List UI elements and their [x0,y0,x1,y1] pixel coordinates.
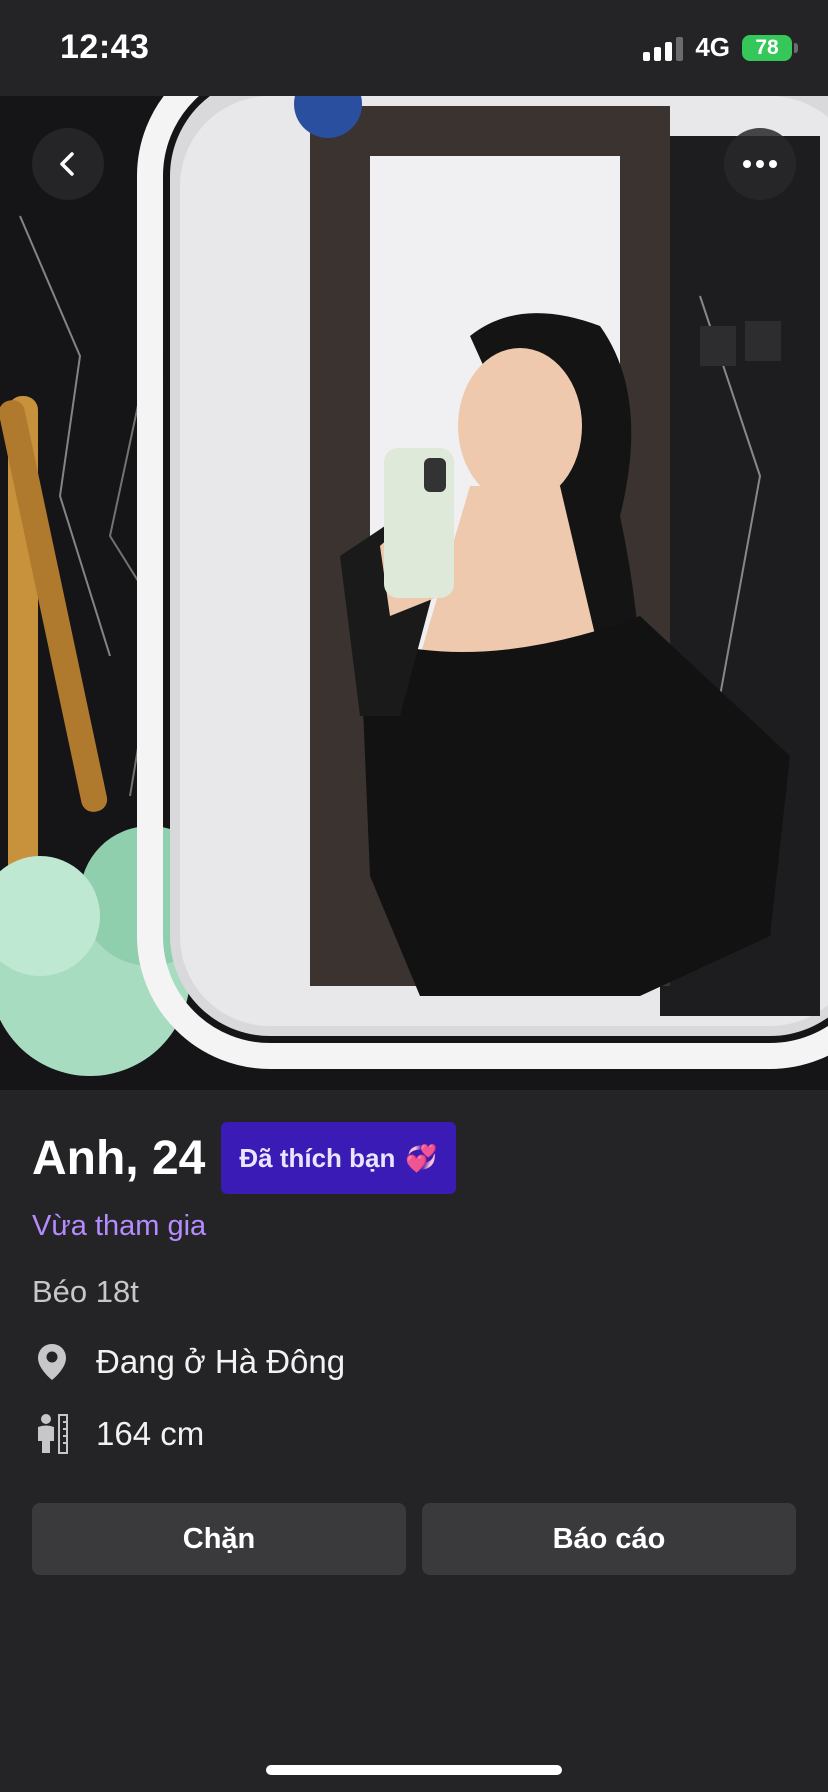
location-row: Đang ở Hà Đông [32,1340,345,1384]
network-type: 4G [695,32,730,62]
status-indicators: 4G 78 [643,32,798,63]
battery-icon: 78 [742,34,798,61]
status-time: 12:43 [60,28,150,66]
name-row: Anh, 24 Đã thích bạn 💞 [32,1122,456,1194]
liked-you-badge: Đã thích bạn 💞 [221,1122,456,1194]
cellular-signal-icon [643,35,684,61]
location-pin-icon [32,1340,72,1384]
height-text: 164 cm [96,1415,205,1452]
status-bar: 12:43 4G 78 [0,0,828,96]
profile-photo[interactable] [0,96,828,1090]
profile-actions: Chặn Báo cáo [32,1503,796,1575]
back-button[interactable] [32,128,104,200]
report-button[interactable]: Báo cáo [422,1503,796,1575]
chevron-left-icon [60,152,74,176]
person-height-icon [32,1412,72,1456]
profile-bio: Béo 18t [32,1274,139,1309]
battery-level: 78 [755,35,779,59]
profile-photo-image [0,96,828,1090]
height-row: 164 cm [32,1412,204,1456]
block-button[interactable]: Chặn [32,1503,406,1575]
joined-status: Vừa tham gia [32,1210,207,1242]
more-horizontal-icon [743,160,777,168]
hearts-emoji-icon: 💞 [405,1142,438,1173]
location-text: Đang ở Hà Đông [96,1343,346,1380]
profile-name-age: Anh, 24 [32,1131,206,1185]
home-indicator[interactable] [266,1765,562,1775]
liked-you-label: Đã thích bạn [239,1142,396,1173]
more-options-button[interactable] [724,128,796,200]
